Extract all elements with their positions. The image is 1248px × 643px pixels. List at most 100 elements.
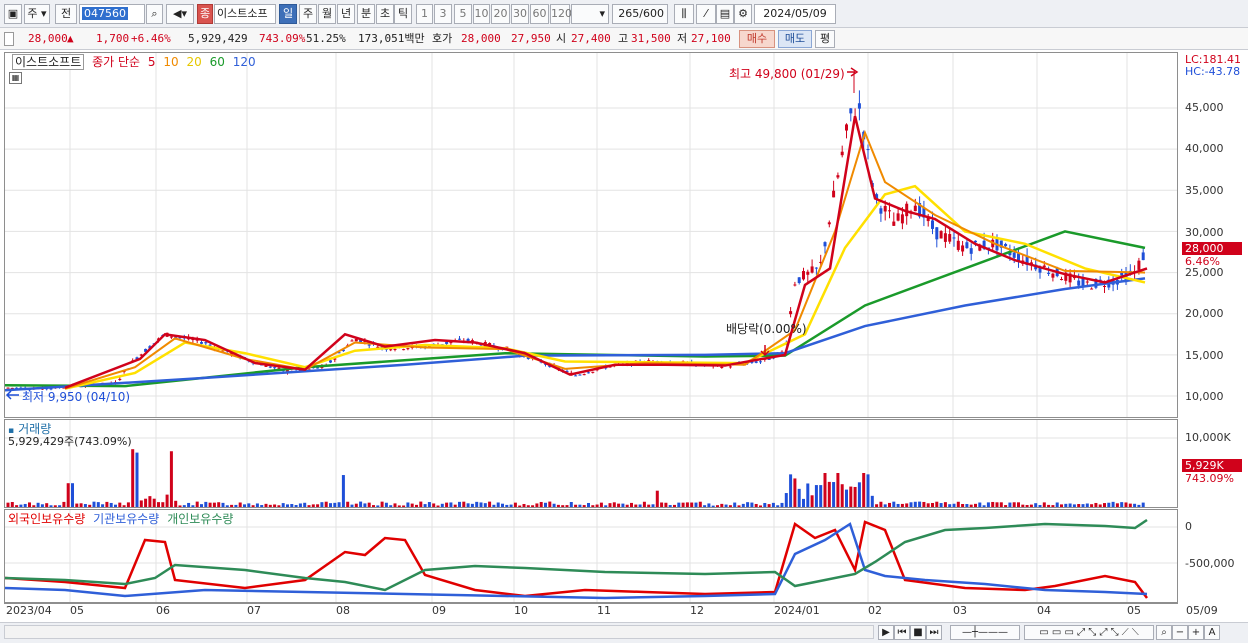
- scroll-right-icon[interactable]: ▶: [878, 625, 894, 640]
- stock-name-field[interactable]: 이스트소프: [214, 4, 276, 24]
- candle-body: [350, 340, 354, 342]
- x-axis-label: 05: [70, 604, 84, 617]
- search-icon[interactable]: ⌕: [146, 4, 163, 24]
- volume-bar: [711, 505, 715, 507]
- volume-bar: [832, 482, 836, 507]
- zoom-slider[interactable]: —┼———: [950, 625, 1020, 640]
- volume-bar: [978, 502, 982, 507]
- interval-button[interactable]: 30: [511, 4, 529, 24]
- draw-line-icon[interactable]: ⁄: [696, 4, 716, 24]
- period-button[interactable]: 일: [279, 4, 297, 24]
- type-select[interactable]: 주 ▾: [24, 4, 50, 24]
- trade-value: 173,051백만: [358, 32, 425, 45]
- volume-bar: [733, 502, 737, 507]
- tool-icons[interactable]: ▭ ▭ ▭ ⤢ ⤡ ⤢ ⤡ ⟋ ⟍: [1024, 625, 1154, 640]
- period-button[interactable]: 년: [337, 4, 355, 24]
- volume-bar: [505, 504, 509, 507]
- sell-button[interactable]: 매도: [778, 30, 812, 48]
- volume-bar: [298, 503, 302, 507]
- volume-bar: [1029, 504, 1033, 507]
- volume-bar: [982, 505, 986, 507]
- volume-bar: [522, 503, 526, 507]
- period-button[interactable]: 주: [299, 4, 317, 24]
- auto-icon[interactable]: A: [1204, 625, 1220, 640]
- volume-bar: [195, 501, 199, 507]
- candle-body: [277, 367, 281, 369]
- volume-bar: [1133, 503, 1137, 507]
- price-chart[interactable]: [5, 53, 1177, 417]
- volume-bar: [857, 482, 861, 507]
- volume-bar: [569, 501, 573, 507]
- volume-bar: [182, 505, 186, 507]
- volume-bar: [247, 503, 251, 507]
- candle-body: [316, 367, 320, 369]
- candle-body: [208, 344, 212, 346]
- speaker-icon[interactable]: ◀▾: [166, 4, 194, 24]
- interval-button[interactable]: 5: [454, 4, 472, 24]
- interval-button[interactable]: 120: [550, 4, 572, 24]
- period-button[interactable]: 분: [357, 4, 375, 24]
- volume-bar: [187, 502, 191, 507]
- candle-body: [445, 342, 449, 344]
- save-icon[interactable]: ▤: [716, 4, 734, 24]
- zoom-icon[interactable]: ⌕: [1156, 625, 1172, 640]
- chart-menu-icon[interactable]: ▣: [4, 4, 22, 24]
- volume-bar: [483, 503, 487, 507]
- volume-bar: [303, 502, 307, 507]
- minus-icon[interactable]: −: [1172, 625, 1188, 640]
- table-icon[interactable]: ▦: [9, 72, 22, 84]
- interval-button[interactable]: 20: [491, 4, 510, 24]
- hc-label: HC:-43.78: [1185, 65, 1241, 78]
- checkbox[interactable]: [4, 32, 14, 46]
- buy-button[interactable]: 매수: [739, 30, 775, 48]
- volume-bar: [823, 473, 827, 507]
- interval-select[interactable]: ▾: [571, 4, 609, 24]
- volume-bar: [75, 503, 79, 507]
- candle-body: [367, 344, 371, 346]
- volume-bar: [870, 495, 874, 507]
- market-button[interactable]: 전: [55, 4, 77, 24]
- volume-bar: [608, 503, 612, 507]
- volume-bar: [1060, 504, 1063, 507]
- plus-icon[interactable]: +: [1188, 625, 1204, 640]
- volume-bar: [1051, 505, 1055, 507]
- gear-icon[interactable]: ⚙: [734, 4, 752, 24]
- bid-price: 27,950: [511, 32, 551, 45]
- period-button[interactable]: 월: [318, 4, 336, 24]
- horizontal-scrollbar[interactable]: [4, 625, 874, 639]
- volume-bar: [28, 502, 31, 507]
- volume-bar: [501, 503, 504, 507]
- stop-icon[interactable]: ■: [910, 625, 926, 640]
- candle-body: [965, 242, 969, 249]
- volume-bar: [221, 502, 225, 507]
- ma60-label: 60: [209, 55, 225, 69]
- interval-button[interactable]: 1: [416, 4, 433, 24]
- count-field[interactable]: 265/600: [612, 4, 668, 24]
- volume-bar: [243, 504, 246, 507]
- period-button[interactable]: 초: [376, 4, 394, 24]
- volume-bar: [1017, 502, 1020, 507]
- scroll-start-icon[interactable]: ⏮: [894, 625, 910, 640]
- candle-body: [802, 271, 805, 280]
- volume-bar: [316, 504, 320, 507]
- scroll-end-icon[interactable]: ⏭: [926, 625, 942, 640]
- interval-button[interactable]: 3: [434, 4, 452, 24]
- volume-bar: [6, 502, 10, 507]
- volume-bar: [1047, 504, 1051, 507]
- candle-icon[interactable]: ⫼: [674, 4, 694, 24]
- period-button[interactable]: 틱: [394, 4, 412, 24]
- volume-bar: [926, 503, 930, 507]
- volume-bar: [118, 502, 122, 507]
- eval-button[interactable]: 평: [815, 30, 835, 48]
- volume-bar: [759, 505, 762, 507]
- interval-button[interactable]: 60: [530, 4, 549, 24]
- volume-bar: [587, 502, 590, 507]
- interval-button[interactable]: 10: [473, 4, 490, 24]
- price-change-pct: +6.46%: [131, 32, 171, 45]
- candle-body: [204, 342, 208, 344]
- date-field[interactable]: 2024/05/09: [754, 4, 836, 24]
- volume-bar: [346, 501, 350, 507]
- volume-bar: [677, 502, 681, 507]
- stock-code-input[interactable]: 047560: [79, 4, 145, 24]
- volume-chart[interactable]: [5, 420, 1177, 507]
